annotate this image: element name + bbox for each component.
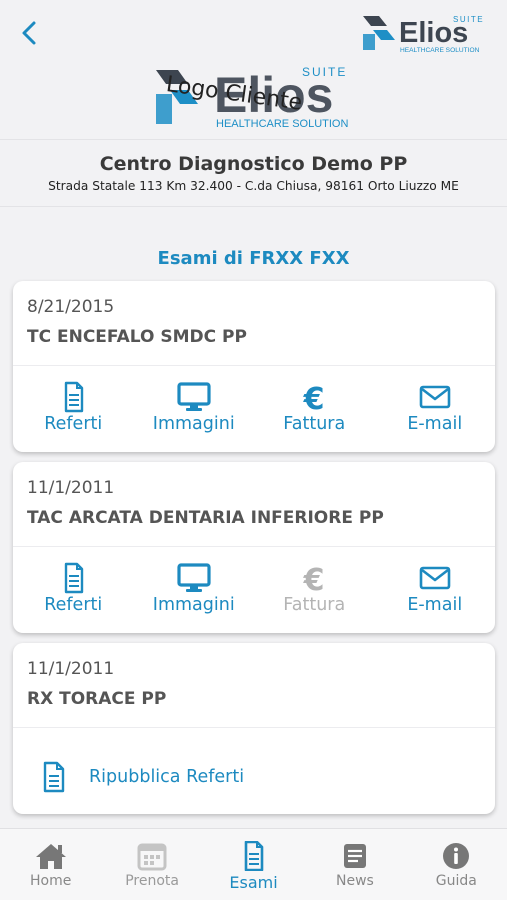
center-info: Centro Diagnostico Demo PP Strada Statal… xyxy=(0,139,507,207)
svg-text:€: € xyxy=(303,382,325,413)
exam-date: 11/1/2011 xyxy=(27,478,115,498)
exam-title: RX TORACE PP xyxy=(27,689,167,709)
action-label: Fattura xyxy=(283,414,346,434)
euro-icon: € xyxy=(303,563,325,594)
tab-guida[interactable]: Guida xyxy=(406,829,507,900)
monitor-icon xyxy=(177,382,211,411)
back-button[interactable] xyxy=(14,18,44,48)
document-icon xyxy=(244,841,263,871)
brand-tagline: HEALTHCARE SOLUTION xyxy=(400,47,480,54)
exam-title: TC ENCEFALO SMDC PP xyxy=(27,327,247,347)
email-button[interactable]: E-mail xyxy=(375,562,496,622)
fattura-button[interactable]: € Fattura xyxy=(254,381,375,441)
svg-text:€: € xyxy=(303,563,325,594)
document-icon xyxy=(43,761,65,793)
exam-date: 11/1/2011 xyxy=(27,659,115,679)
exam-card: 8/21/2015 TC ENCEFALO SMDC PP Referti Im… xyxy=(13,281,495,452)
calendar-icon xyxy=(137,843,167,871)
divider xyxy=(13,365,495,366)
exam-card: 11/1/2011 TAC ARCATA DENTARIA INFERIORE … xyxy=(13,462,495,633)
tab-esami[interactable]: Esami xyxy=(203,829,304,900)
immagini-button[interactable]: Immagini xyxy=(134,562,255,622)
action-label: Referti xyxy=(44,595,103,615)
tab-label: Guida xyxy=(435,873,477,889)
envelope-icon xyxy=(419,385,451,409)
document-icon xyxy=(65,562,84,594)
brand-suite: SUITE xyxy=(453,15,484,24)
chevron-left-icon xyxy=(22,21,36,45)
section-title: Esami di FRXX FXX xyxy=(157,248,350,269)
client-logo-tagline: HEALTHCARE SOLUTION xyxy=(216,118,348,130)
top-bar: Elios SUITE HEALTHCARE SOLUTION xyxy=(0,0,507,60)
action-label: Referti xyxy=(44,414,103,434)
action-label: E-mail xyxy=(407,595,463,615)
referti-button[interactable]: Referti xyxy=(13,562,134,622)
envelope-icon xyxy=(419,566,451,590)
referti-button[interactable]: Referti xyxy=(13,381,134,441)
exam-actions: Referti Immagini € Fattura E-mail xyxy=(13,381,495,441)
email-button[interactable]: E-mail xyxy=(375,381,496,441)
news-icon xyxy=(343,844,366,868)
divider xyxy=(13,546,495,547)
monitor-icon xyxy=(177,563,211,592)
euro-icon: € xyxy=(303,382,325,413)
immagini-button[interactable]: Immagini xyxy=(134,381,255,441)
exam-actions: Referti Immagini € Fattura E-mail xyxy=(13,562,495,622)
tab-label: Home xyxy=(30,873,72,889)
app-logo: Elios SUITE HEALTHCARE SOLUTION xyxy=(361,12,489,56)
republish-referti-button[interactable]: Ripubblica Referti xyxy=(41,761,244,793)
action-label: Fattura xyxy=(283,595,346,615)
tab-label: Esami xyxy=(229,873,278,892)
exam-card: 11/1/2011 RX TORACE PP Ripubblica Refert… xyxy=(13,643,495,814)
divider xyxy=(13,727,495,728)
exam-title: TAC ARCATA DENTARIA INFERIORE PP xyxy=(27,508,384,528)
tab-label: News xyxy=(336,873,374,889)
tab-label: Prenota xyxy=(125,873,179,889)
logo-mark-icon xyxy=(363,16,395,50)
exam-date: 8/21/2015 xyxy=(27,297,115,317)
client-logo-suite: SUITE xyxy=(302,65,347,79)
tab-home[interactable]: Home xyxy=(0,829,101,900)
action-label: Immagini xyxy=(152,414,235,434)
fattura-button: € Fattura xyxy=(254,562,375,622)
document-icon xyxy=(65,381,84,413)
action-label: E-mail xyxy=(407,414,463,434)
action-label: Immagini xyxy=(152,595,235,615)
tab-bar: Home Prenota Esami News Guida xyxy=(0,828,507,900)
republish-label: Ripubblica Referti xyxy=(89,767,245,787)
center-address: Strada Statale 113 Km 32.400 - C.da Chiu… xyxy=(48,179,459,193)
tab-prenota[interactable]: Prenota xyxy=(101,829,202,900)
home-icon xyxy=(35,844,66,869)
center-name: Centro Diagnostico Demo PP xyxy=(99,153,408,175)
info-icon xyxy=(443,843,470,869)
tab-news[interactable]: News xyxy=(304,829,405,900)
